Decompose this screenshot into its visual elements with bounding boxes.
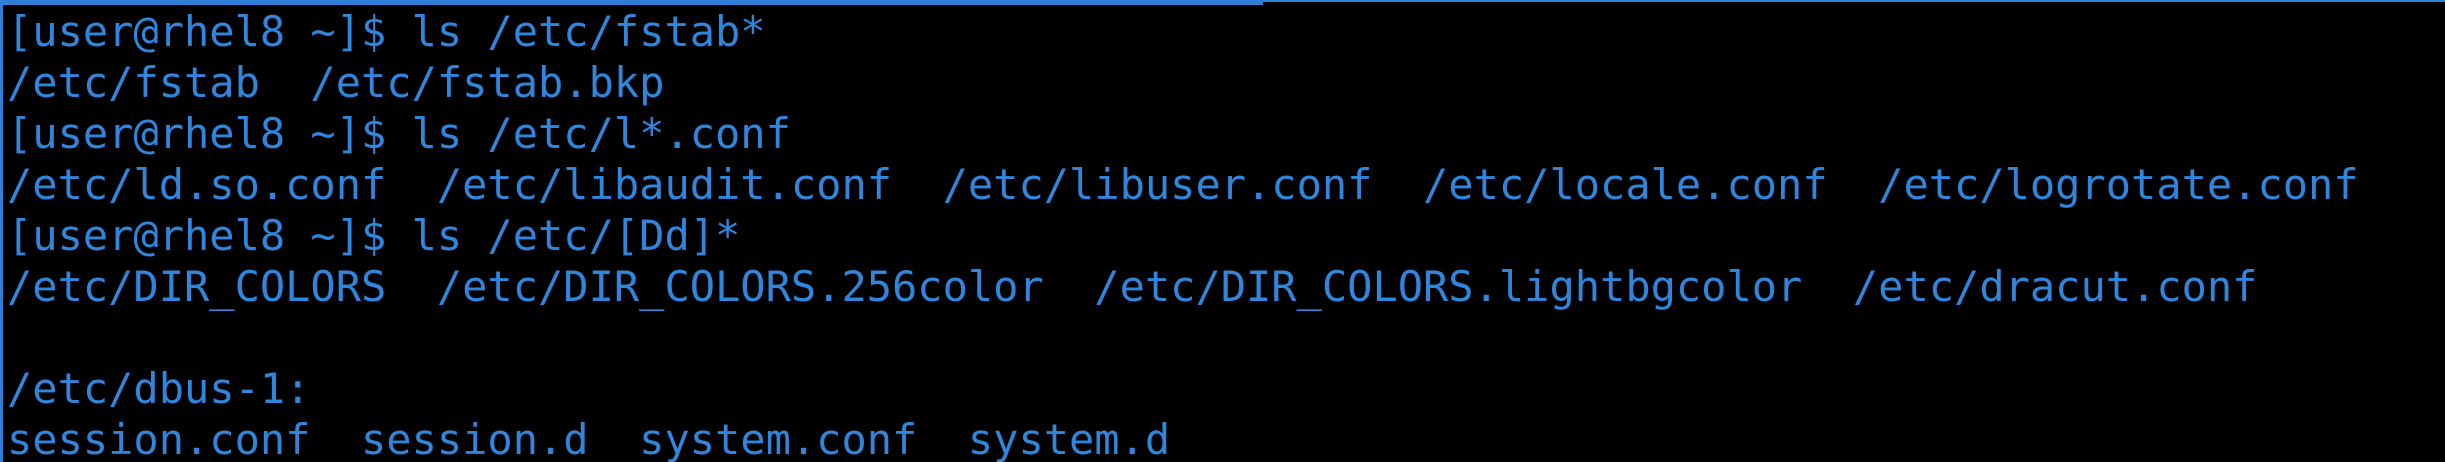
prompt-line: [user@rhel8 ~]$ ls /etc/fstab* (7, 7, 766, 56)
prompt-line: [user@rhel8 ~]$ ls /etc/[Dd]* (7, 211, 741, 260)
directory-header-line: /etc/dbus-1: (7, 364, 311, 413)
output-line: /etc/fstab /etc/fstab.bkp (7, 58, 665, 107)
window-top-border (1263, 0, 2445, 2)
active-tab-indicator (3, 0, 1263, 5)
terminal-output: [user@rhel8 ~]$ ls /etc/fstab* /etc/fsta… (7, 6, 2359, 462)
prompt-line: [user@rhel8 ~]$ ls /etc/l*.conf (7, 109, 791, 158)
terminal-window[interactable]: [user@rhel8 ~]$ ls /etc/fstab* /etc/fsta… (0, 0, 2445, 462)
output-line: /etc/ld.so.conf /etc/libaudit.conf /etc/… (7, 160, 2359, 209)
output-line: session.conf session.d system.conf syste… (7, 415, 1171, 462)
output-line: /etc/DIR_COLORS /etc/DIR_COLORS.256color… (7, 262, 2258, 311)
